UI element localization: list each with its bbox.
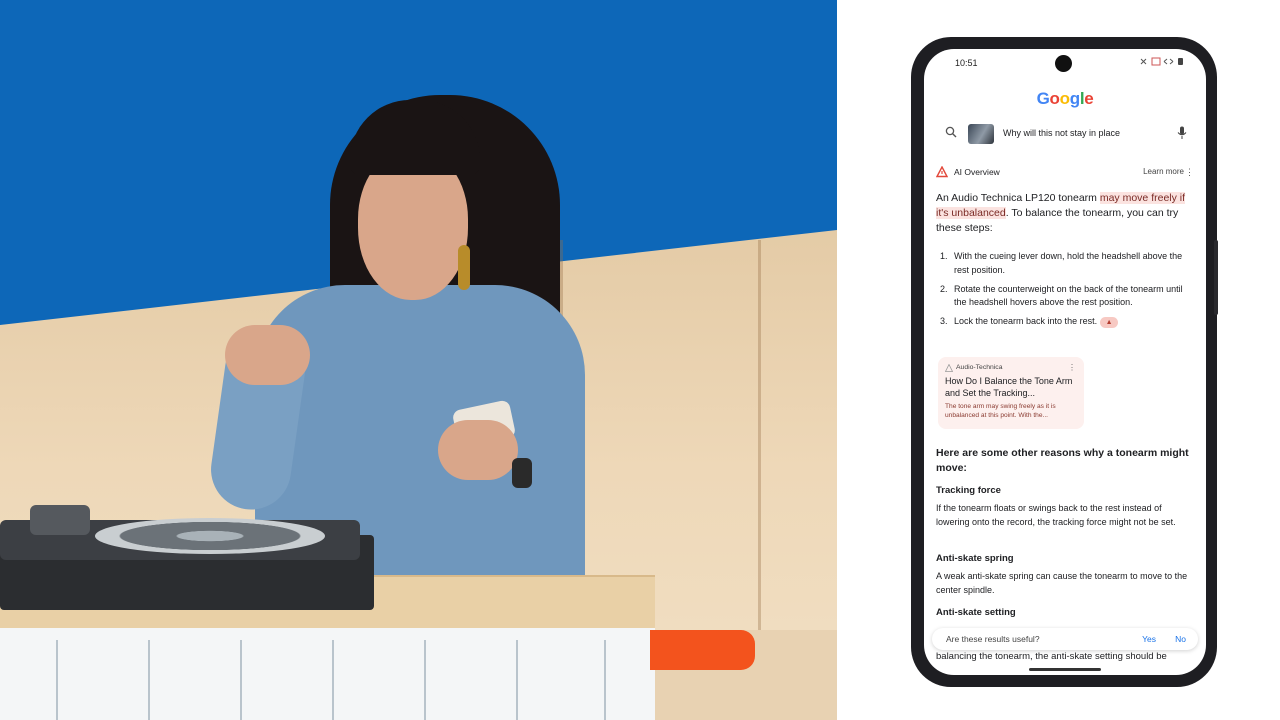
- status-icons-group: [1140, 57, 1183, 66]
- tile-seam: [56, 640, 58, 720]
- source-snippet: The tone arm may swing freely as it is u…: [945, 403, 1056, 419]
- list-item: 2. Rotate the counterweight on the back …: [940, 283, 1183, 308]
- reason-title: Tracking force: [936, 485, 1001, 496]
- tile-seam: [424, 640, 426, 720]
- presenter-hand: [438, 420, 518, 480]
- ai-overview-header: AI Overview Learn more ⋮: [936, 165, 1198, 181]
- source-card[interactable]: Audio-Technica ⋮ How Do I Balance the To…: [938, 357, 1084, 429]
- phone-screen: 10:51 Google Why will this not stay in p…: [924, 49, 1206, 675]
- steps-list: 1. With the cueing lever down, hold the …: [936, 250, 1194, 334]
- status-bar: 10:51: [924, 49, 1206, 77]
- ai-overview-icon: [936, 166, 948, 178]
- chevron-up-icon[interactable]: ▲: [1100, 316, 1119, 328]
- ai-overview-intro: An Audio Technica LP120 tonearm may move…: [936, 192, 1186, 234]
- feedback-no-button[interactable]: No: [1175, 634, 1186, 644]
- source-more-icon[interactable]: ⋮: [1068, 363, 1076, 372]
- microphone-icon[interactable]: [1177, 126, 1187, 140]
- learn-more-link[interactable]: Learn more: [1143, 167, 1184, 176]
- tile-seam: [240, 640, 242, 720]
- earring: [458, 245, 470, 290]
- more-options-icon[interactable]: ⋮: [1185, 167, 1194, 177]
- phone-side-button: [1214, 240, 1218, 315]
- battery-icon: [1178, 58, 1183, 65]
- feedback-question: Are these results useful?: [946, 634, 1040, 644]
- feedback-yes-button[interactable]: Yes: [1142, 634, 1156, 644]
- list-item: 3. Lock the tonearm back into the rest. ▲: [936, 315, 1194, 329]
- search-icon[interactable]: [945, 126, 957, 138]
- turntable-platter: [95, 518, 325, 554]
- list-item: 1. With the cueing lever down, hold the …: [940, 251, 1183, 275]
- status-icons: [1140, 57, 1184, 68]
- stage-photo: [0, 0, 837, 720]
- front-camera: [1055, 55, 1072, 72]
- counter-front: [0, 628, 655, 720]
- source-site: Audio-Technica: [945, 364, 1077, 372]
- tile-seam: [148, 640, 150, 720]
- home-indicator[interactable]: [1029, 668, 1101, 671]
- feedback-bar: Are these results useful? Yes No: [932, 628, 1198, 650]
- source-title[interactable]: How Do I Balance the Tone Arm and Set th…: [945, 375, 1077, 399]
- search-bar[interactable]: Why will this not stay in place: [935, 122, 1197, 146]
- turntable-tonearm: [30, 505, 90, 535]
- tile-seam: [516, 640, 518, 720]
- reason-text: If the tonearm floats or swings back to …: [936, 503, 1176, 527]
- cutoff-text: balancing the tonearm, the anti-skate se…: [936, 651, 1167, 662]
- ai-overview-label: AI Overview: [954, 167, 1000, 177]
- mute-icon: [1140, 58, 1147, 65]
- watch: [512, 458, 532, 488]
- reason-title: Anti-skate setting: [936, 607, 1016, 618]
- orange-rail: [650, 630, 755, 670]
- search-query[interactable]: Why will this not stay in place: [1003, 128, 1120, 138]
- cast-icon: [1151, 57, 1161, 66]
- reason-text: A weak anti-skate spring can cause the t…: [936, 571, 1188, 595]
- audio-technica-favicon-icon: [945, 364, 953, 372]
- reason-title: Anti-skate spring: [936, 553, 1014, 564]
- query-image-thumbnail[interactable]: [968, 124, 994, 144]
- reasons-heading: Here are some other reasons why a tonear…: [936, 447, 1189, 474]
- tile-seam: [604, 640, 606, 720]
- status-time: 10:51: [955, 58, 978, 68]
- wood-seam: [758, 240, 761, 630]
- google-logo: Google: [1036, 89, 1094, 108]
- presenter-hand: [225, 325, 310, 385]
- tile-seam: [332, 640, 334, 720]
- data-icon: [1163, 58, 1174, 65]
